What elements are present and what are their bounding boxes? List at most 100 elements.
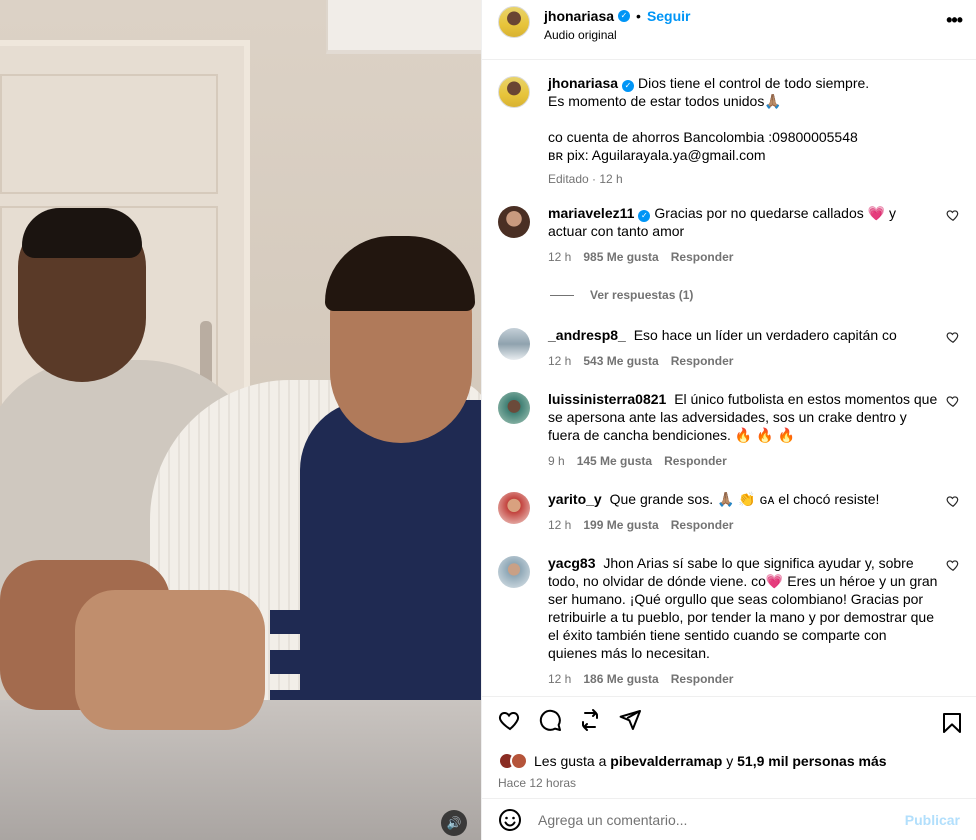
commenter-avatar[interactable] <box>498 392 530 424</box>
caption-avatar[interactable] <box>498 76 530 108</box>
reply-button[interactable]: Responder <box>671 518 734 532</box>
commenter-avatar[interactable] <box>498 492 530 524</box>
comment-text: Jhon Arias sí sabe lo que significa ayud… <box>548 555 938 661</box>
comment-time[interactable]: 12 h <box>548 672 571 686</box>
comment-time[interactable]: 9 h <box>548 454 565 468</box>
comment-item: _andresp8_ Eso hace un líder un verdader… <box>498 326 960 368</box>
replies-line <box>550 294 574 296</box>
view-replies-label: Ver respuestas (1) <box>590 288 694 302</box>
owner-username[interactable]: jhonariasa <box>544 8 614 24</box>
comment-input[interactable] <box>538 811 905 828</box>
reply-button[interactable]: Responder <box>671 354 734 368</box>
sleeve-stripe <box>270 610 380 634</box>
like-comment-heart-icon[interactable] <box>946 394 960 408</box>
publish-button[interactable]: Publicar <box>905 812 960 828</box>
hand-right <box>75 590 265 730</box>
caption-line: co cuenta de ahorros Bancolombia :098000… <box>548 129 858 145</box>
comment-text-row: _andresp8_ Eso hace un líder un verdader… <box>548 326 938 344</box>
caption-username[interactable]: jhonariasa <box>548 75 618 91</box>
reply-button[interactable]: Responder <box>671 250 734 264</box>
header-line: jhonariasa ✓ • Seguir <box>544 7 691 25</box>
comment-body: yacg83 Jhon Arias sí sabe lo que signifi… <box>548 554 938 686</box>
comment-username[interactable]: mariavelez11 <box>548 205 634 221</box>
comment-item: mariavelez11 ✓ Gracias por no quedarse cal… <box>498 204 960 264</box>
reply-button[interactable]: Responder <box>671 672 734 686</box>
comment-time[interactable]: 12 h <box>548 354 571 368</box>
person-left-hair <box>22 208 142 258</box>
likes-summary: Les gusta a pibevalderramap y 51,9 mil p… <box>482 742 976 770</box>
comment-username[interactable]: luissinisterra0821 <box>548 391 666 407</box>
comment-time[interactable]: 12 h <box>548 250 571 264</box>
comment-item: yacg83 Jhon Arias sí sabe lo que signifi… <box>498 554 960 686</box>
caption-meta: Editado · 12 h <box>548 172 623 186</box>
commenter-avatar[interactable] <box>498 556 530 588</box>
follow-button[interactable]: Seguir <box>647 8 691 24</box>
comment-username[interactable]: yacg83 <box>548 555 595 571</box>
comment-meta: 12 h 985 Me gusta Responder <box>548 250 938 264</box>
commenter-avatar[interactable] <box>498 206 530 238</box>
comment-text: Que grande sos. 🙏🏽 👏 ɢᴀ el chocó resiste… <box>609 491 880 507</box>
comment-likes[interactable]: 199 Me gusta <box>583 518 658 532</box>
comments-list[interactable]: jhonariasa ✓ Dios tiene el control de todo… <box>482 60 976 696</box>
comment-likes[interactable]: 145 Me gusta <box>577 454 652 468</box>
liker-avatar[interactable] <box>510 752 528 770</box>
comment-text: Eso hace un líder un verdadero capitán c… <box>633 327 897 343</box>
comment-item: yarito_y Que grande sos. 🙏🏽 👏 ɢᴀ el choc… <box>498 490 960 532</box>
comment-likes[interactable]: 186 Me gusta <box>583 672 658 686</box>
caption-line: Dios tiene el control de todo siempre. <box>638 75 870 91</box>
reply-button[interactable]: Responder <box>664 454 727 468</box>
commenter-avatar[interactable] <box>498 328 530 360</box>
comment-text-row: yacg83 Jhon Arias sí sabe lo que signifi… <box>548 554 938 662</box>
like-comment-heart-icon[interactable] <box>946 330 960 344</box>
comment-body: _andresp8_ Eso hace un líder un verdader… <box>548 326 938 368</box>
caption-text: jhonariasa ✓ Dios tiene el control de todo… <box>548 74 938 164</box>
owner-avatar[interactable] <box>498 6 530 38</box>
comment-body: mariavelez11 ✓ Gracias por no quedarse cal… <box>548 204 938 264</box>
save-bookmark-icon[interactable] <box>940 711 964 735</box>
like-heart-icon[interactable] <box>498 708 522 732</box>
comment-meta: 12 h 199 Me gusta Responder <box>548 518 938 532</box>
comment-likes[interactable]: 985 Me gusta <box>583 250 658 264</box>
emoji-smiley-icon[interactable] <box>498 808 522 832</box>
verified-badge-icon: ✓ <box>622 80 635 92</box>
post-time[interactable]: Hace 12 horas <box>482 770 976 798</box>
post-side-panel: jhonariasa ✓ • Seguir Audio original •••… <box>481 0 976 840</box>
comment-username[interactable]: yarito_y <box>548 491 602 507</box>
post-video[interactable]: 🔊 <box>0 0 481 840</box>
comment-body: luissinisterra0821 El único futbolista e… <box>548 390 938 468</box>
comment-meta: 12 h 186 Me gusta Responder <box>548 672 938 686</box>
view-replies-button[interactable]: Ver respuestas (1) <box>550 288 960 302</box>
comment-text-row: yarito_y Que grande sos. 🙏🏽 👏 ɢᴀ el choc… <box>548 490 938 508</box>
header-meta: jhonariasa ✓ • Seguir Audio original <box>544 6 691 42</box>
like-comment-heart-icon[interactable] <box>946 558 960 572</box>
post-actions-bar <box>482 696 976 742</box>
caption: jhonariasa ✓ Dios tiene el control de todo… <box>498 74 960 186</box>
caption-meta-row: Editado · 12 h <box>548 172 938 186</box>
likes-prefix: Les gusta a <box>534 753 607 769</box>
comment-meta: 9 h 145 Me gusta Responder <box>548 454 938 468</box>
likes-user-link[interactable]: pibevalderramap <box>610 753 722 769</box>
caption-line: ʙʀ pix: Aguilarayala.ya@gmail.com <box>548 147 766 163</box>
like-comment-heart-icon[interactable] <box>946 208 960 222</box>
door-panel-top <box>0 74 218 194</box>
comment-body: yarito_y Que grande sos. 🙏🏽 👏 ɢᴀ el choc… <box>548 490 938 532</box>
comment-meta: 12 h 543 Me gusta Responder <box>548 354 938 368</box>
share-send-icon[interactable] <box>618 708 642 732</box>
comment-text-row: luissinisterra0821 El único futbolista e… <box>548 390 938 444</box>
separator-dot: • <box>636 8 641 24</box>
comment-text-row: mariavelez11 ✓ Gracias por no quedarse cal… <box>548 204 938 240</box>
person-right-hair <box>325 236 475 311</box>
audio-toggle-button[interactable]: 🔊 <box>441 810 467 836</box>
likes-others-link[interactable]: 51,9 mil personas más <box>737 753 886 769</box>
repost-icon[interactable] <box>578 708 602 732</box>
caption-line: Es momento de estar todos unidos🙏🏽 <box>548 93 782 109</box>
audio-link[interactable]: Audio original <box>544 28 691 42</box>
comment-username[interactable]: _andresp8_ <box>548 327 626 343</box>
like-comment-heart-icon[interactable] <box>946 494 960 508</box>
comment-time[interactable]: 12 h <box>548 518 571 532</box>
speaker-icon: 🔊 <box>446 816 462 830</box>
more-options-icon[interactable]: ••• <box>946 10 963 31</box>
comment-bubble-icon[interactable] <box>538 708 562 732</box>
verified-badge-icon: ✓ <box>618 10 631 22</box>
comment-likes[interactable]: 543 Me gusta <box>583 354 658 368</box>
